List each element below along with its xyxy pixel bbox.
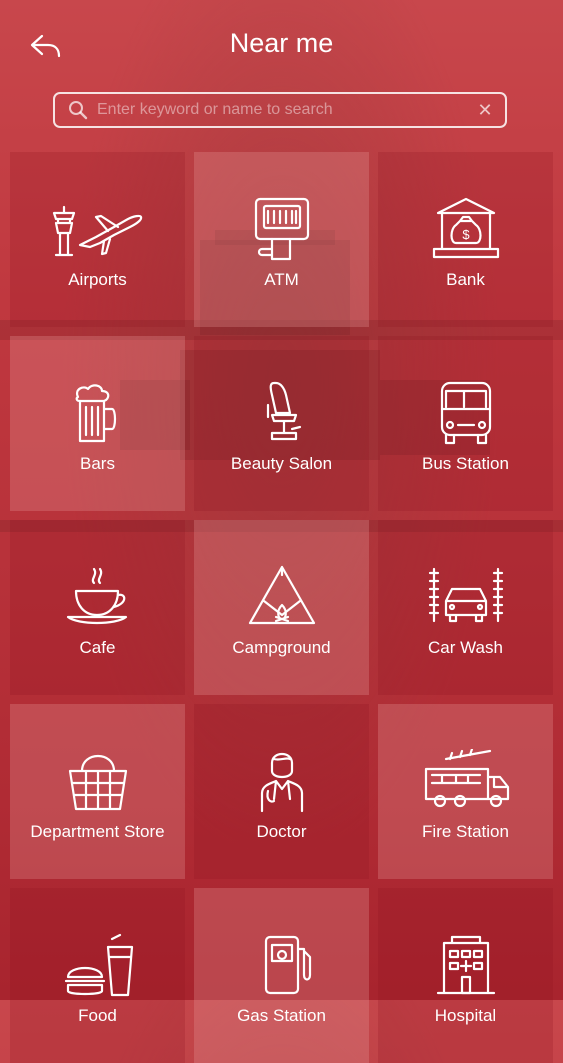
- category-grid: Airports ATM $ Bank Bars Beauty Salon Bu…: [10, 152, 553, 1063]
- atm-icon: [232, 194, 332, 264]
- burger-drink-icon: [48, 930, 148, 1000]
- category-tile-cafe[interactable]: Cafe: [10, 520, 185, 695]
- category-tile-department-store[interactable]: Department Store: [10, 704, 185, 879]
- airport-icon: [48, 194, 148, 264]
- category-label: Bus Station: [422, 454, 509, 473]
- category-label: Bank: [446, 270, 485, 289]
- category-tile-bank[interactable]: $ Bank: [378, 152, 553, 327]
- category-label: Beauty Salon: [230, 454, 333, 473]
- category-tile-doctor[interactable]: Doctor: [194, 704, 369, 879]
- category-tile-atm[interactable]: ATM: [194, 152, 369, 327]
- search-bar: ✕: [53, 92, 507, 128]
- category-tile-gas-station[interactable]: Gas Station: [194, 888, 369, 1063]
- category-tile-food[interactable]: Food: [10, 888, 185, 1063]
- gas-pump-icon: [232, 930, 332, 1000]
- page-title: Near me: [229, 28, 334, 58]
- coffee-cup-icon: [48, 562, 148, 632]
- salon-chair-icon: [232, 378, 332, 448]
- search-input[interactable]: [97, 95, 465, 125]
- category-label: Cafe: [79, 638, 116, 657]
- category-tile-bars[interactable]: Bars: [10, 336, 185, 511]
- car-wash-icon: [416, 562, 516, 632]
- category-tile-car-wash[interactable]: Car Wash: [378, 520, 553, 695]
- category-label: Department Store: [30, 822, 165, 841]
- beer-mug-icon: [48, 378, 148, 448]
- doctor-icon: [232, 746, 332, 816]
- category-label: Food: [78, 1006, 117, 1025]
- basket-icon: [48, 746, 148, 816]
- tent-icon: [232, 562, 332, 632]
- category-label: Airports: [68, 270, 127, 289]
- header: Near me: [0, 0, 563, 90]
- category-label: Fire Station: [422, 822, 509, 841]
- category-label: Gas Station: [237, 1006, 326, 1025]
- clear-search-icon[interactable]: ✕: [465, 94, 505, 126]
- bus-icon: [416, 378, 516, 448]
- category-tile-campground[interactable]: Campground: [194, 520, 369, 695]
- category-tile-bus-station[interactable]: Bus Station: [378, 336, 553, 511]
- category-tile-fire-station[interactable]: Fire Station: [378, 704, 553, 879]
- fire-truck-icon: [416, 746, 516, 816]
- category-label: Doctor: [256, 822, 307, 841]
- category-label: Hospital: [434, 1006, 497, 1025]
- category-tile-airports[interactable]: Airports: [10, 152, 185, 327]
- svg-text:$: $: [462, 227, 470, 242]
- search-icon: [59, 94, 97, 126]
- hospital-icon: [416, 930, 516, 1000]
- category-label: Bars: [80, 454, 115, 473]
- category-tile-beauty-salon[interactable]: Beauty Salon: [194, 336, 369, 511]
- bank-icon: $: [416, 194, 516, 264]
- category-label: Car Wash: [428, 638, 503, 657]
- category-tile-hospital[interactable]: Hospital: [378, 888, 553, 1063]
- category-label: ATM: [264, 270, 299, 289]
- category-label: Campground: [232, 638, 331, 657]
